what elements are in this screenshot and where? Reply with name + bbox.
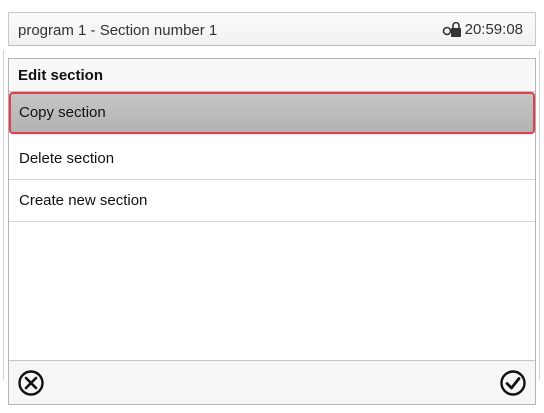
menu-item-label: Create new section: [19, 192, 148, 209]
device-screen: program 1 - Section number 1 20:59:08 Ed…: [0, 0, 544, 413]
confirm-icon: [500, 370, 526, 396]
right-edge-line: [539, 50, 540, 380]
status-bar: program 1 - Section number 1 20:59:08: [8, 12, 536, 46]
menu-item-copy-section[interactable]: Copy section: [9, 92, 535, 134]
lock-icon: [442, 21, 461, 37]
menu-item-label: Delete section: [19, 150, 115, 167]
bottom-bar: [9, 360, 535, 404]
menu-heading-label: Edit section: [18, 67, 104, 84]
status-clock: 20:59:08: [442, 21, 523, 38]
menu-item-label: Copy section: [19, 104, 106, 121]
confirm-button[interactable]: [499, 369, 527, 397]
cancel-icon: [18, 370, 44, 396]
cancel-button[interactable]: [17, 369, 45, 397]
menu-item-delete-section[interactable]: Delete section: [9, 138, 535, 180]
status-time: 20:59:08: [464, 21, 523, 38]
left-edge-line: [3, 50, 4, 380]
menu-item-create-new-section[interactable]: Create new section: [9, 180, 535, 222]
status-title: program 1 - Section number 1: [18, 22, 218, 39]
menu-heading: Edit section: [9, 59, 535, 92]
edit-section-menu: Edit section Copy section Delete section…: [8, 58, 536, 405]
